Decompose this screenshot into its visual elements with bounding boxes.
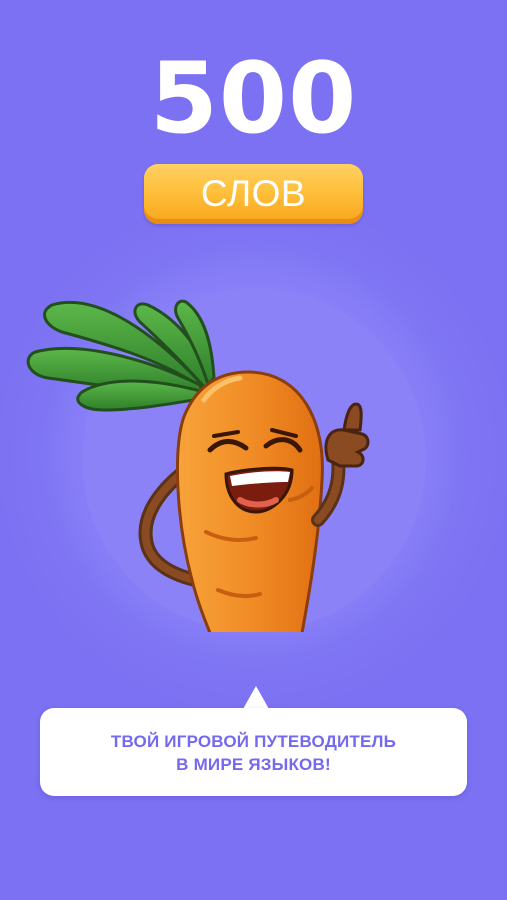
speech-bubble-line-2: В МИРЕ ЯЗЫКОВ! [176,755,331,774]
onboarding-screen: 500 СЛОВ ТВОЙ ИГРОВОЙ ПУТЕВОДИТЕЛЬ В МИР… [0,0,507,900]
word-count-number: 500 [149,42,358,156]
speech-bubble: ТВОЙ ИГРОВОЙ ПУТЕВОДИТЕЛЬ В МИРЕ ЯЗЫКОВ! [40,708,467,796]
speech-bubble-text: ТВОЙ ИГРОВОЙ ПУТЕВОДИТЕЛЬ В МИРЕ ЯЗЫКОВ! [40,730,467,776]
carrot-mascot-icon [26,299,370,632]
speech-bubble-tail [243,686,269,709]
carrot-leaves [26,299,216,412]
thumbs-up-hand [324,402,370,468]
words-badge: СЛОВ [144,164,363,224]
speech-bubble-line-1: ТВОЙ ИГРОВОЙ ПУТЕВОДИТЕЛЬ [110,732,397,751]
